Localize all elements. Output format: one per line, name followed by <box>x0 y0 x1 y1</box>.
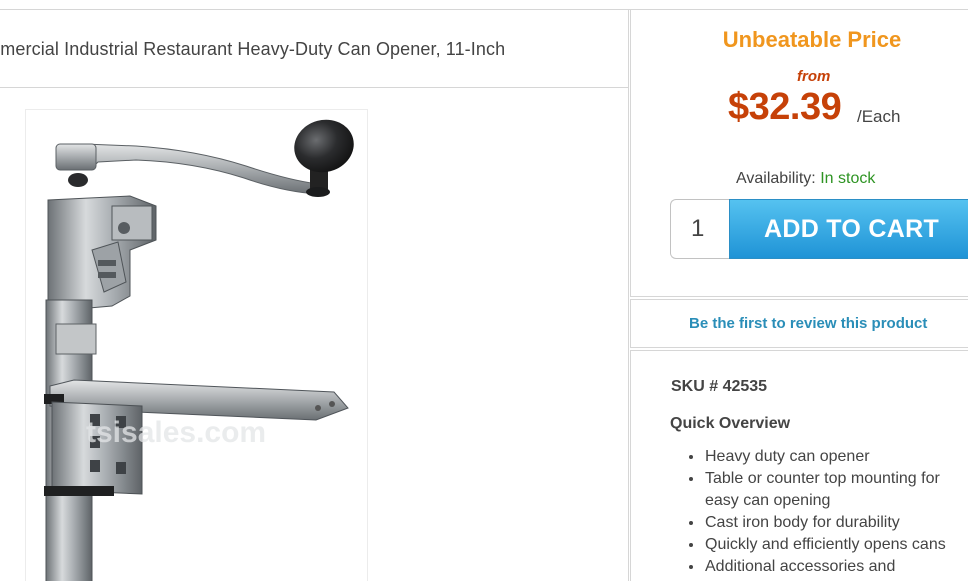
availability-status: In stock <box>820 170 876 187</box>
quick-overview-box: SKU # 42535 Quick Overview Heavy duty ca… <box>630 350 968 581</box>
product-sku: SKU # 42535 <box>671 378 768 395</box>
product-price: $32.39 <box>728 86 842 128</box>
availability: Availability: In stock <box>736 170 875 188</box>
add-to-cart-button[interactable]: ADD TO CART <box>729 199 968 259</box>
list-item: Table or counter top mounting for easy c… <box>704 468 966 512</box>
list-item: Cast iron body for durability <box>704 512 966 534</box>
quantity-input[interactable] <box>670 199 730 259</box>
product-title: Commercial Industrial Restaurant Heavy-D… <box>0 39 506 59</box>
price-heading: Unbeatable Price <box>722 27 902 52</box>
quick-overview-title: Quick Overview <box>670 415 791 432</box>
availability-label: Availability: <box>736 170 816 187</box>
product-sidebar: Unbeatable Price from $32.39 /Each Avail… <box>630 10 968 581</box>
feature-list: Heavy duty can opener Table or counter t… <box>704 446 966 578</box>
list-item: Additional accessories and <box>704 556 966 578</box>
list-item: Heavy duty can opener <box>704 446 966 468</box>
column-divider <box>628 10 629 581</box>
price-box: Unbeatable Price from $32.39 /Each Avail… <box>630 10 968 297</box>
write-review-link[interactable]: Be the first to review this product <box>689 315 927 332</box>
price-from-label: from <box>797 68 831 85</box>
image-watermark: tsisales.com <box>86 416 266 449</box>
list-item: Quickly and efficiently opens cans <box>704 534 966 556</box>
product-main-column: Commercial Industrial Restaurant Heavy-D… <box>0 10 628 581</box>
can-opener-image: tsisales.com <box>44 119 354 581</box>
review-box: Be the first to review this product <box>630 299 968 348</box>
product-image[interactable]: tsisales.com <box>25 109 368 581</box>
product-title-bar: Commercial Industrial Restaurant Heavy-D… <box>0 10 628 88</box>
price-unit: /Each <box>857 107 901 126</box>
